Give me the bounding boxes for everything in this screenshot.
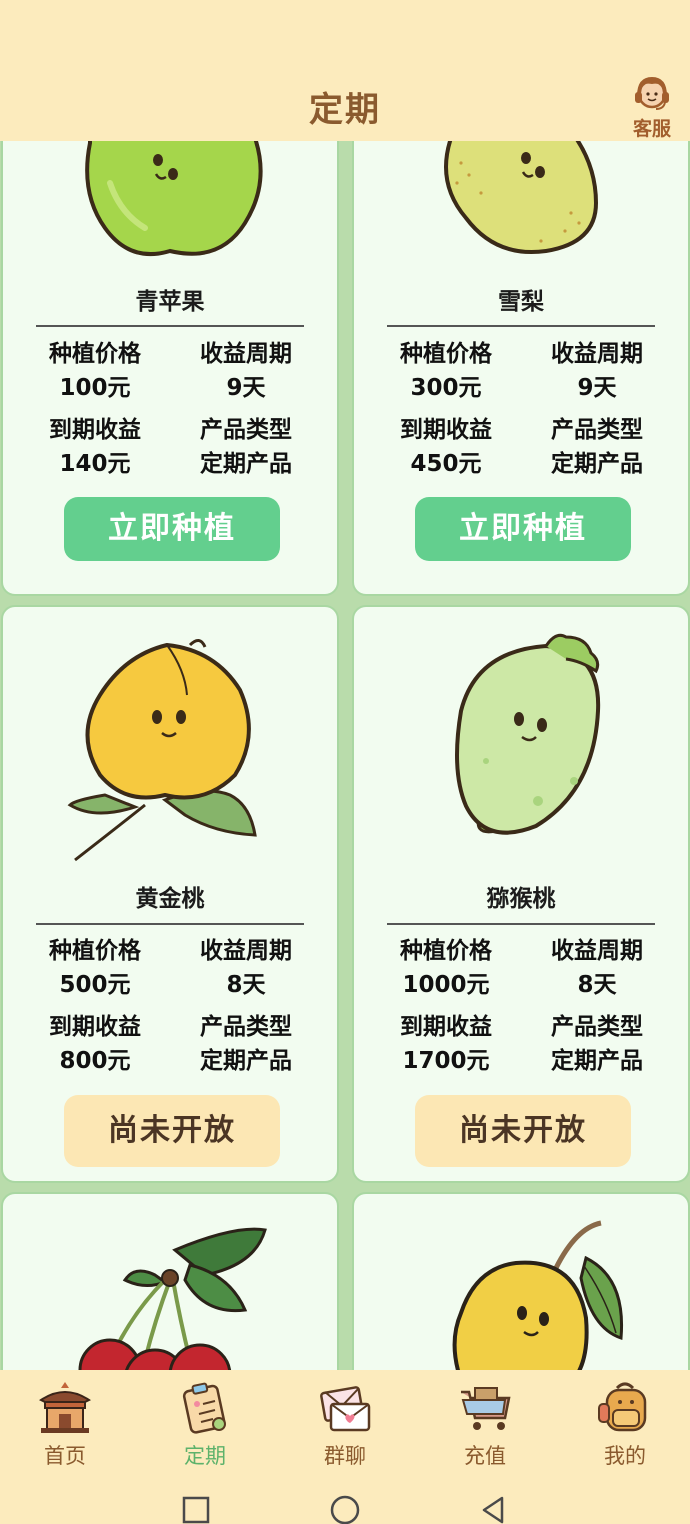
return-label: 到期收益 <box>400 1014 492 1040</box>
recent-apps-icon[interactable] <box>181 1495 211 1524</box>
price-value: 500元 <box>59 972 131 998</box>
type-label: 产品类型 <box>551 1014 643 1040</box>
cycle-label: 收益周期 <box>551 341 643 367</box>
peach-icon <box>67 639 257 862</box>
plant-now-button[interactable]: 立即种植 <box>64 497 280 561</box>
return-value: 140元 <box>59 451 131 477</box>
type-value: 定期产品 <box>551 451 643 477</box>
cart-icon <box>461 1387 511 1430</box>
tab-home[interactable]: 首页 <box>15 1378 115 1470</box>
home-circle-icon[interactable] <box>328 1494 362 1524</box>
cycle-value: 8天 <box>577 972 617 998</box>
envelope-hearts-icon <box>320 1386 371 1432</box>
not-open-button[interactable]: 尚未开放 <box>415 1095 631 1167</box>
return-value: 800元 <box>59 1048 131 1074</box>
tab-group-chat[interactable]: 群聊 <box>295 1378 395 1470</box>
product-card: 雪梨 种植价格 300元 收益周期 9天 到期收益 450元 产品类型定期产品 立即种… <box>352 141 690 596</box>
tab-label: 首页 <box>44 1444 86 1468</box>
price-label: 种植价格 <box>400 341 492 367</box>
type-label: 产品类型 <box>551 417 643 443</box>
type-value: 定期产品 <box>200 451 292 477</box>
customer-service-label: 客服 <box>632 118 671 140</box>
mango-icon <box>452 1220 624 1370</box>
divider <box>387 325 655 327</box>
tab-label: 定期 <box>184 1444 226 1468</box>
cycle-value: 9天 <box>226 375 266 401</box>
home-pavilion-icon <box>39 1382 91 1433</box>
divider <box>36 325 304 327</box>
product-card: 黄金桃 种植价格 500元 收益周期 8天 到期收益 800元 产品类型定期产品 尚未… <box>1 605 339 1183</box>
not-open-button[interactable]: 尚未开放 <box>64 1095 280 1167</box>
cycle-value: 8天 <box>226 972 266 998</box>
price-value: 1000元 <box>402 972 490 998</box>
green-apple-icon <box>85 141 263 257</box>
product-name: 黄金桃 <box>135 886 205 912</box>
return-value: 450元 <box>410 451 482 477</box>
return-label: 到期收益 <box>49 417 141 443</box>
bottom-tab-bar: 首页 定期 群聊 充值 我的 <box>0 1370 690 1524</box>
back-triangle-icon[interactable] <box>478 1494 508 1524</box>
product-name: 猕猴桃 <box>486 886 556 912</box>
type-label: 产品类型 <box>200 1014 292 1040</box>
product-card <box>1 1192 339 1370</box>
cycle-label: 收益周期 <box>551 938 643 964</box>
type-value: 定期产品 <box>551 1048 643 1074</box>
top-header: 定期 客服 <box>0 0 690 141</box>
return-value: 1700元 <box>402 1048 490 1074</box>
page-title: 定期 <box>309 90 381 130</box>
tab-mine[interactable]: 我的 <box>575 1378 675 1470</box>
price-label: 种植价格 <box>49 938 141 964</box>
cycle-value: 9天 <box>577 375 617 401</box>
price-label: 种植价格 <box>400 938 492 964</box>
cherry-icon <box>78 1227 267 1370</box>
cycle-label: 收益周期 <box>200 938 292 964</box>
product-name: 青苹果 <box>135 289 205 315</box>
tab-regular[interactable]: 定期 <box>155 1378 255 1470</box>
price-label: 种植价格 <box>49 341 141 367</box>
tab-recharge[interactable]: 充值 <box>435 1378 535 1470</box>
type-label: 产品类型 <box>200 417 292 443</box>
product-card <box>352 1192 690 1370</box>
price-value: 300元 <box>410 375 482 401</box>
plant-now-button[interactable]: 立即种植 <box>415 497 631 561</box>
tab-label: 我的 <box>604 1444 646 1468</box>
type-value: 定期产品 <box>200 1048 292 1074</box>
customer-service-button[interactable]: 客服 <box>628 72 676 140</box>
tab-label: 充值 <box>464 1444 506 1468</box>
backpack-icon <box>598 1382 647 1432</box>
kiwi-icon <box>455 633 601 835</box>
return-label: 到期收益 <box>400 417 492 443</box>
product-name: 雪梨 <box>498 289 544 315</box>
clipboard-icon <box>182 1382 226 1434</box>
price-value: 100元 <box>59 375 131 401</box>
tab-label: 群聊 <box>324 1444 366 1468</box>
return-label: 到期收益 <box>49 1014 141 1040</box>
product-card: 猕猴桃 种植价格 1000元 收益周期 8天 到期收益 1700元 产品类型 定期产品 … <box>352 605 690 1183</box>
divider <box>36 923 304 925</box>
product-card: 青苹果 种植价格 100元 收益周期 9天 到期收益 140元 产品类型定期产品 立即… <box>1 141 339 596</box>
headset-icon <box>635 76 669 110</box>
pear-icon <box>444 141 599 254</box>
cycle-label: 收益周期 <box>200 341 292 367</box>
divider <box>387 923 655 925</box>
product-grid: 青苹果 种植价格 100元 收益周期 9天 到期收益 140元 产品类型 定期产品 立即… <box>0 141 690 1370</box>
